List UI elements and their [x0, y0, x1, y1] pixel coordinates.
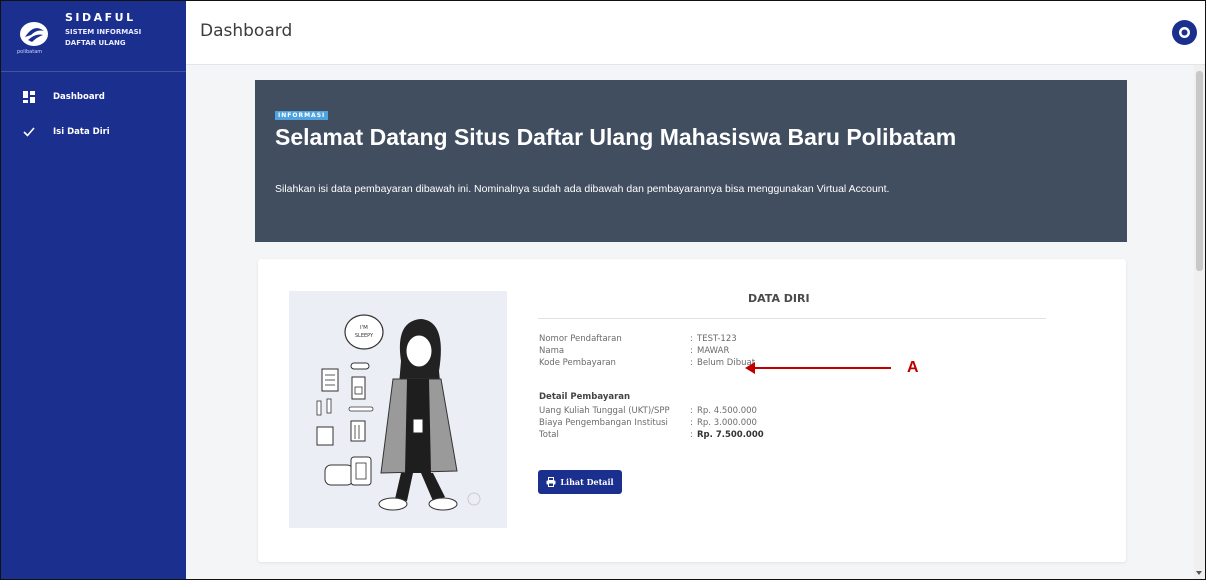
user-avatar-icon[interactable]: [1172, 20, 1197, 45]
app-title: SIDAFUL: [65, 11, 136, 24]
label-total: Total: [539, 430, 559, 440]
data-diri-title: DATA DIRI: [748, 292, 810, 305]
app-window: polibatam SIDAFUL SISTEM INFORMASI DAFTA…: [0, 0, 1206, 580]
app-subtitle-line1: SISTEM INFORMASI: [65, 28, 142, 36]
scrollbar-thumb[interactable]: [1196, 71, 1203, 271]
page-title: Dashboard: [200, 21, 293, 41]
lihat-detail-button[interactable]: Lihat Detail: [538, 470, 622, 494]
label-kode-pembayaran: Kode Pembayaran: [539, 358, 616, 368]
colon: :: [690, 430, 693, 440]
banner-description: Silahkan isi data pembayaran dibawah ini…: [275, 183, 890, 195]
sidebar: polibatam SIDAFUL SISTEM INFORMASI DAFTA…: [1, 1, 186, 579]
sidebar-item-isi-data-diri[interactable]: Isi Data Diri: [1, 122, 186, 142]
sleepy-girl-illustration: I'M SLEEPY: [289, 291, 507, 528]
welcome-banner: INFORMASI Selamat Datang Situs Daftar Ul…: [255, 80, 1127, 242]
annotation-arrow-head-icon: [745, 362, 755, 374]
info-badge: INFORMASI: [275, 111, 329, 120]
annotation-letter: A: [907, 359, 919, 376]
checkmark-icon: [23, 126, 35, 138]
vertical-scrollbar[interactable]: [1194, 65, 1205, 579]
banner-title: Selamat Datang Situs Daftar Ulang Mahasi…: [275, 124, 957, 150]
detail-pembayaran-title: Detail Pembayaran: [539, 392, 631, 402]
colon: :: [690, 358, 693, 368]
colon: :: [690, 346, 693, 356]
svg-text:SLEEPY: SLEEPY: [355, 333, 374, 339]
sidebar-item-label: Isi Data Diri: [53, 127, 110, 137]
sidebar-item-dashboard[interactable]: Dashboard: [1, 87, 186, 107]
value-nomor-pendaftaran: TEST-123: [697, 334, 737, 344]
label-nama: Nama: [539, 346, 565, 356]
colon: :: [690, 334, 693, 344]
label-nomor-pendaftaran: Nomor Pendaftaran: [539, 334, 622, 344]
value-nama: MAWAR: [697, 346, 730, 356]
polibatam-logo-icon: [20, 22, 48, 46]
colon: :: [690, 418, 693, 428]
colon: :: [690, 406, 693, 416]
printer-icon: [546, 477, 556, 487]
value-total: Rp. 7.500.000: [697, 430, 764, 440]
illustration-text: I'M: [360, 325, 368, 331]
annotation-arrow-line: [751, 367, 891, 369]
label-biaya-pengembangan: Biaya Pengembangan Institusi: [539, 418, 668, 428]
data-diri-card: I'M SLEEPY DATA DIRI Nomor Pendaftaran:…: [258, 259, 1126, 562]
top-header: Dashboard: [186, 1, 1205, 65]
value-ukt: Rp. 4.500.000: [697, 406, 757, 416]
brand[interactable]: polibatam SIDAFUL SISTEM INFORMASI DAFTA…: [1, 1, 186, 72]
sidebar-item-label: Dashboard: [53, 92, 105, 102]
dashboard-grid-icon: [23, 91, 35, 103]
app-subtitle-line2: DAFTAR ULANG: [65, 39, 126, 47]
brand-logo-text: polibatam: [17, 49, 43, 55]
label-ukt: Uang Kuliah Tunggal (UKT)/SPP: [539, 406, 670, 416]
lihat-detail-label: Lihat Detail: [560, 477, 614, 487]
value-biaya-pengembangan: Rp. 3.000.000: [697, 418, 757, 428]
scroll-down-arrow-icon[interactable]: [1196, 571, 1202, 575]
divider: [538, 318, 1046, 319]
